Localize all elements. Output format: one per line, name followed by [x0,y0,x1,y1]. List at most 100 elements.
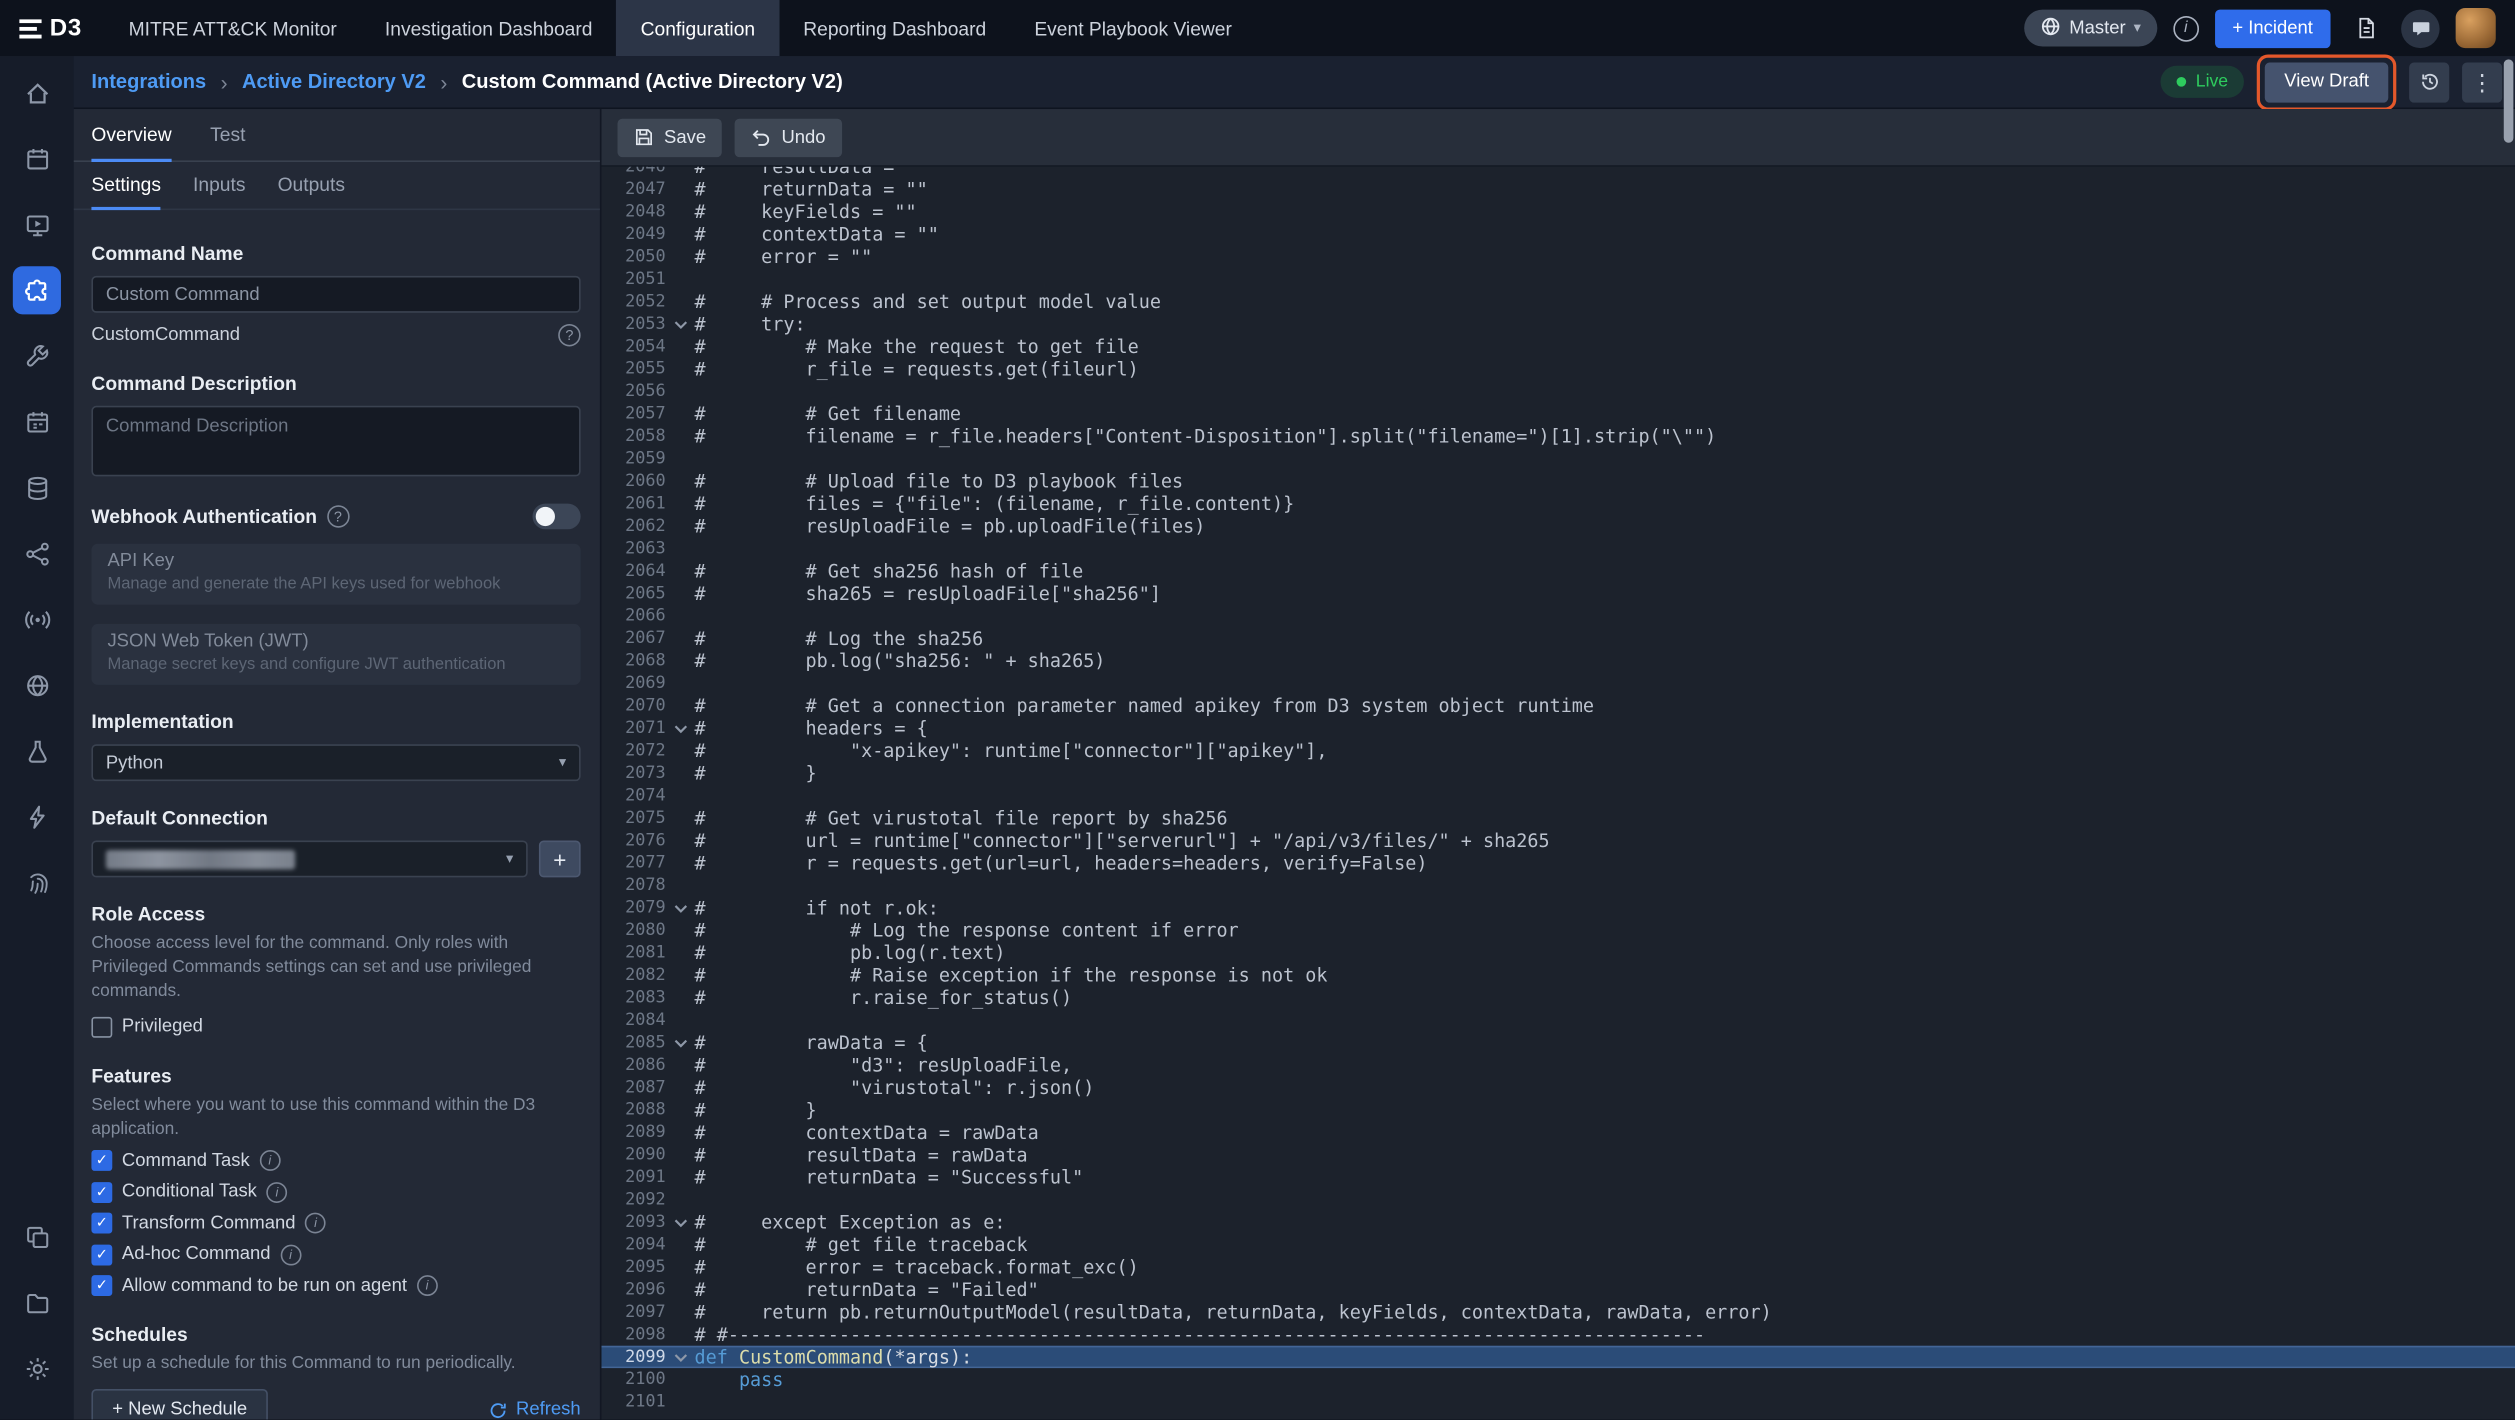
network-icon[interactable] [13,529,61,577]
feature-checkbox-ad-hoc-command[interactable]: ✓ [91,1244,112,1265]
avatar[interactable] [2456,8,2496,48]
editor-line-2056[interactable]: 2056 [601,380,2515,402]
editor-line-2055[interactable]: 2055# r_file = requests.get(fileurl) [601,358,2515,380]
editor-line-2049[interactable]: 2049# contextData = "" [601,223,2515,245]
scrollbar-thumb[interactable] [2504,59,2514,142]
history-icon[interactable] [2409,62,2449,102]
wrench-icon[interactable] [13,332,61,380]
editor-line-2066[interactable]: 2066 [601,605,2515,627]
question-icon[interactable]: ? [558,324,580,346]
nav-item-event-playbook-viewer[interactable]: Event Playbook Viewer [1010,0,1256,56]
implementation-select[interactable]: Python ▾ [91,744,580,781]
feature-checkbox-command-task[interactable]: ✓ [91,1150,112,1171]
info-icon[interactable]: i [417,1276,438,1297]
editor-line-2080[interactable]: 2080# # Log the response content if erro… [601,919,2515,941]
editor-line-2050[interactable]: 2050# error = "" [601,245,2515,267]
editor-line-2071[interactable]: 2071# headers = { [601,717,2515,739]
editor-line-2087[interactable]: 2087# "virustotal": r.json() [601,1076,2515,1098]
editor-line-2073[interactable]: 2073# } [601,762,2515,784]
editor-line-2092[interactable]: 2092 [601,1189,2515,1211]
incident-button[interactable]: + Incident [2215,9,2331,47]
nav-item-investigation-dashboard[interactable]: Investigation Dashboard [361,0,617,56]
editor-line-2065[interactable]: 2065# sha265 = resUploadFile["sha256"] [601,582,2515,604]
editor-line-2070[interactable]: 2070# # Get a connection parameter named… [601,695,2515,717]
editor-line-2078[interactable]: 2078 [601,874,2515,896]
code-area[interactable]: 2046# resultData = ""2047# returnData = … [601,167,2515,1420]
subtab-settings[interactable]: Settings [91,162,161,210]
editor-line-2093[interactable]: 2093# except Exception as e: [601,1211,2515,1233]
fold-toggle-icon[interactable] [666,1211,695,1233]
globe-icon[interactable] [13,661,61,709]
command-description-input[interactable] [91,406,580,477]
view-draft-button[interactable]: View Draft [2265,62,2388,102]
info-icon[interactable]: i [259,1150,280,1171]
editor-line-2054[interactable]: 2054# # Make the request to get file [601,335,2515,357]
editor-line-2098[interactable]: 2098# #---------------------------------… [601,1323,2515,1345]
editor-line-2082[interactable]: 2082# # Raise exception if the response … [601,964,2515,986]
chat-icon[interactable] [2401,9,2439,47]
editor-line-2077[interactable]: 2077# r = requests.get(url=url, headers=… [601,852,2515,874]
editor-line-2063[interactable]: 2063 [601,537,2515,559]
fold-toggle-icon[interactable] [666,1346,695,1368]
fold-toggle-icon[interactable] [666,1031,695,1053]
add-connection-button[interactable]: + [539,840,581,877]
info-icon[interactable]: i [280,1244,301,1265]
webhook-auth-toggle[interactable] [533,504,581,530]
question-icon[interactable]: ? [327,505,349,527]
document-icon[interactable] [2347,9,2385,47]
editor-line-2048[interactable]: 2048# keyFields = "" [601,200,2515,222]
feature-checkbox-conditional-task[interactable]: ✓ [91,1182,112,1203]
default-connection-select[interactable]: ▾ [91,840,527,877]
editor-line-2062[interactable]: 2062# resUploadFile = pb.uploadFile(file… [601,515,2515,537]
editor-line-2053[interactable]: 2053# try: [601,313,2515,335]
editor-line-2081[interactable]: 2081# pb.log(r.text) [601,942,2515,964]
editor-line-2072[interactable]: 2072# "x-apikey": runtime["connector"]["… [601,739,2515,761]
editor-line-2074[interactable]: 2074 [601,784,2515,806]
home-icon[interactable] [13,69,61,117]
tab-test[interactable]: Test [210,109,245,162]
editor-line-2099[interactable]: 2099def CustomCommand(*args): [601,1346,2515,1368]
editor-line-2091[interactable]: 2091# returnData = "Successful" [601,1166,2515,1188]
editor-line-2047[interactable]: 2047# returnData = "" [601,178,2515,200]
editor-line-2067[interactable]: 2067# # Log the sha256 [601,627,2515,649]
kebab-menu-icon[interactable]: ⋮ [2462,62,2502,102]
nav-item-reporting-dashboard[interactable]: Reporting Dashboard [779,0,1010,56]
editor-line-2076[interactable]: 2076# url = runtime["connector"]["server… [601,829,2515,851]
editor-line-2061[interactable]: 2061# files = {"file": (filename, r_file… [601,492,2515,514]
folder-icon[interactable] [13,1278,61,1326]
copy-icon[interactable] [13,1213,61,1261]
command-name-input[interactable] [91,276,580,313]
flask-icon[interactable] [13,727,61,775]
editor-line-2075[interactable]: 2075# # Get virustotal file report by sh… [601,807,2515,829]
editor-line-2058[interactable]: 2058# filename = r_file.headers["Content… [601,425,2515,447]
editor-line-2069[interactable]: 2069 [601,672,2515,694]
editor-line-2100[interactable]: 2100 pass [601,1368,2515,1390]
schedule-icon[interactable] [13,398,61,446]
fingerprint-icon[interactable] [13,858,61,906]
broadcast-icon[interactable] [13,595,61,643]
breadcrumb-item-integrations[interactable]: Integrations [91,71,206,93]
breadcrumb-item-active-directory-v2[interactable]: Active Directory V2 [242,71,426,93]
info-icon[interactable]: i [2173,15,2199,41]
editor-line-2068[interactable]: 2068# pb.log("sha256: " + sha265) [601,650,2515,672]
editor-line-2089[interactable]: 2089# contextData = rawData [601,1121,2515,1143]
nav-item-mitre-att-ck-monitor[interactable]: MITRE ATT&CK Monitor [105,0,361,56]
editor-line-2097[interactable]: 2097# return pb.returnOutputModel(result… [601,1301,2515,1323]
subtab-outputs[interactable]: Outputs [278,162,345,210]
feature-checkbox-transform-command[interactable]: ✓ [91,1213,112,1234]
new-schedule-button[interactable]: + New Schedule [91,1389,268,1419]
editor-line-2095[interactable]: 2095# error = traceback.format_exc() [601,1256,2515,1278]
save-button[interactable]: Save [618,118,723,156]
database-icon[interactable] [13,464,61,512]
editor-line-2052[interactable]: 2052# # Process and set output model val… [601,290,2515,312]
app-logo[interactable]: D3 [0,0,105,56]
editor-line-2083[interactable]: 2083# r.raise_for_status() [601,986,2515,1008]
editor-line-2059[interactable]: 2059 [601,448,2515,470]
fold-toggle-icon[interactable] [666,717,695,739]
editor-line-2094[interactable]: 2094# # get file traceback [601,1233,2515,1255]
editor-line-2084[interactable]: 2084 [601,1009,2515,1031]
editor-line-2051[interactable]: 2051 [601,268,2515,290]
fold-toggle-icon[interactable] [666,897,695,919]
bolt-icon[interactable] [13,792,61,840]
editor-line-2088[interactable]: 2088# } [601,1099,2515,1121]
